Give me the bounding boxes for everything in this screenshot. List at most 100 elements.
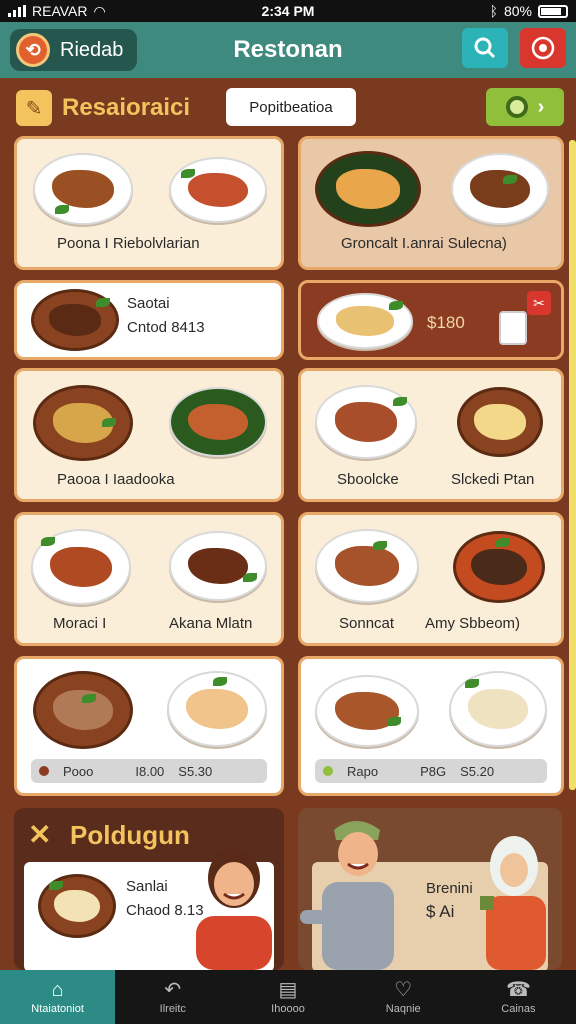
restaurant-card[interactable]: Paooa I Iaadooka bbox=[14, 368, 284, 502]
restaurant-card[interactable]: Poona I Riebolvlarian bbox=[14, 136, 284, 270]
tab-label: Naqnie bbox=[385, 1003, 421, 1015]
heart-icon: ♡ bbox=[394, 979, 413, 1001]
tab-orders[interactable]: ▤ Ihoooo bbox=[230, 970, 345, 1024]
food-image bbox=[31, 529, 131, 605]
restaurant-card[interactable]: $180 ✂ bbox=[298, 280, 564, 360]
food-image bbox=[457, 387, 543, 457]
app-bar: ⟲ Riedab Restonan bbox=[0, 22, 576, 78]
record-icon bbox=[531, 36, 555, 60]
card-label: Groncalt I.anrai Sulecna) bbox=[341, 235, 507, 252]
tab-home[interactable]: ⌂ Ntaiatoniot bbox=[0, 970, 116, 1024]
home-button[interactable]: ⟲ Riedab bbox=[10, 29, 138, 71]
restaurant-card[interactable]: Sboolcke Slckedi Ptan bbox=[298, 368, 564, 502]
carrier-label: REAVAR bbox=[32, 3, 88, 19]
promo-section: ✕ Poldugun Sanlai Chaod 8.13 Brenini $ A… bbox=[14, 808, 562, 970]
restaurant-card[interactable]: Pooo I8.00 S5.30 bbox=[14, 656, 284, 796]
food-image bbox=[451, 153, 549, 225]
card-label: Akana Mlatn bbox=[169, 615, 253, 632]
food-image bbox=[31, 289, 119, 351]
card-label: Sonncat bbox=[339, 615, 395, 632]
card-subtitle: Cntod 8413 bbox=[127, 319, 205, 336]
price-value: S5.20 bbox=[460, 763, 495, 779]
food-image bbox=[169, 387, 267, 457]
price-bar: Pooo I8.00 S5.30 bbox=[31, 759, 267, 783]
search-button[interactable] bbox=[462, 28, 508, 68]
food-image bbox=[317, 293, 413, 349]
tab-favorites[interactable]: ♡ Naqnie bbox=[346, 970, 461, 1024]
food-image bbox=[33, 671, 133, 749]
receipt-icon: ▤ bbox=[278, 979, 298, 1001]
promo-line: $ Ai bbox=[426, 902, 455, 921]
food-image bbox=[315, 151, 421, 227]
promo-line: Brenini bbox=[426, 880, 473, 897]
restaurant-card[interactable]: Rapo P8G S5.20 bbox=[298, 656, 564, 796]
food-image bbox=[315, 529, 419, 603]
chef-illustration bbox=[196, 848, 272, 970]
section-header: ✎ Resaioraici Popitbeatioa › bbox=[14, 86, 564, 128]
promo-line: Sanlai bbox=[126, 878, 168, 895]
category-icon: ✎ bbox=[16, 90, 52, 126]
tab-back[interactable]: ↶ Ilreitc bbox=[115, 970, 230, 1024]
food-image bbox=[315, 385, 417, 459]
logo-icon: ⟲ bbox=[16, 33, 50, 67]
card-label: Amy Sbbeom) bbox=[425, 615, 521, 632]
restaurant-card[interactable]: Sonncat Amy Sbbeom) bbox=[298, 512, 564, 646]
food-image bbox=[315, 675, 419, 747]
food-image bbox=[167, 671, 267, 747]
status-bar: REAVAR ◠ 2:34 PM ᛒ 80% bbox=[0, 0, 576, 22]
promo-card[interactable]: ✕ Poldugun Sanlai Chaod 8.13 bbox=[14, 808, 284, 970]
price-value: P8G bbox=[420, 763, 447, 779]
food-image bbox=[33, 385, 133, 461]
price-dot-icon bbox=[323, 766, 333, 776]
record-button[interactable] bbox=[520, 28, 566, 68]
next-button[interactable]: › bbox=[486, 88, 564, 126]
promo-icon: ✕ bbox=[28, 819, 52, 850]
restaurant-card[interactable]: Moraci I Akana Mlatn bbox=[14, 512, 284, 646]
food-image bbox=[453, 531, 545, 603]
price-dot-icon bbox=[39, 766, 49, 776]
food-image bbox=[449, 671, 547, 747]
share-icon[interactable]: ✂ bbox=[527, 291, 551, 315]
food-image bbox=[33, 153, 133, 225]
battery-percent: 80% bbox=[503, 3, 532, 19]
tab-label: Ilreitc bbox=[159, 1003, 186, 1015]
card-label: Slckedi Ptan bbox=[451, 471, 535, 488]
scroll-rail[interactable] bbox=[569, 140, 576, 790]
restaurant-card[interactable]: Saotai Cntod 8413 bbox=[14, 280, 284, 360]
promo-title: Poldugun bbox=[70, 820, 190, 850]
promo-card[interactable]: Brenini $ Ai bbox=[298, 808, 562, 970]
battery-icon bbox=[538, 4, 568, 18]
tab-label: Ntaiatoniot bbox=[31, 1003, 84, 1015]
chat-icon: ☎ bbox=[505, 979, 531, 1001]
search-icon bbox=[474, 37, 496, 59]
home-label: Riedab bbox=[60, 38, 124, 61]
back-arrow-icon: ↶ bbox=[164, 979, 182, 1001]
section-title: Resaioraici bbox=[62, 94, 191, 121]
customer-illustration bbox=[480, 836, 546, 970]
chevron-right-icon: › bbox=[537, 95, 545, 118]
popular-filter-button[interactable]: Popitbeatioa bbox=[226, 88, 356, 126]
price-value: S5.30 bbox=[178, 763, 213, 779]
tab-chat[interactable]: ☎ Cainas bbox=[461, 970, 576, 1024]
bluetooth-icon: ᛒ bbox=[489, 3, 498, 19]
card-label: Moraci I bbox=[53, 615, 107, 632]
price-bar: Rapo P8G S5.20 bbox=[315, 759, 547, 783]
price-label: Pooo bbox=[63, 763, 94, 779]
drink-image bbox=[499, 311, 527, 345]
signal-icon bbox=[8, 5, 26, 17]
bottom-tab-bar: ⌂ Ntaiatoniot ↶ Ilreitc ▤ Ihoooo ♡ Naqni… bbox=[0, 970, 576, 1024]
restaurant-card[interactable]: Groncalt I.anrai Sulecna) bbox=[298, 136, 564, 270]
waiter-illustration bbox=[300, 821, 394, 970]
wifi-icon: ◠ bbox=[93, 2, 106, 19]
card-label: Poona I Riebolvlarian bbox=[57, 235, 200, 252]
card-price: $180 bbox=[427, 313, 465, 332]
home-icon: ⌂ bbox=[51, 979, 64, 1001]
food-image bbox=[169, 157, 267, 223]
tab-label: Ihoooo bbox=[271, 1003, 305, 1015]
card-title: Saotai bbox=[127, 295, 170, 312]
price-value: I8.00 bbox=[135, 763, 165, 779]
card-label: Paooa I Iaadooka bbox=[57, 471, 175, 488]
toggle-icon bbox=[505, 96, 528, 118]
tab-label: Cainas bbox=[501, 1003, 536, 1015]
card-label: Sboolcke bbox=[337, 471, 399, 488]
